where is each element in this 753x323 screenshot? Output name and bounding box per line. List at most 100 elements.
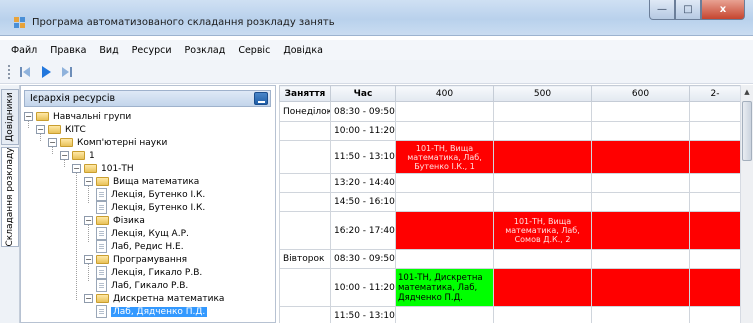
collapse-icon[interactable]: −	[72, 164, 81, 173]
slot-cell[interactable]	[493, 121, 592, 141]
column-header-room[interactable]: 500	[493, 85, 592, 102]
tree-node-group-101[interactable]: − 101-ТН	[72, 162, 134, 175]
day-cell[interactable]	[279, 140, 331, 174]
tree-node-computer-science[interactable]: − Комп'ютерні науки	[48, 136, 167, 149]
time-cell[interactable]: 16:20 - 17:40	[330, 211, 396, 250]
tree-leaf[interactable]: Лаб, Гикало Р.В.	[96, 279, 188, 292]
slot-cell[interactable]	[493, 173, 592, 193]
slot-cell-conflict[interactable]	[591, 268, 690, 307]
slot-cell-conflict[interactable]	[493, 140, 592, 174]
tab-directories[interactable]: Довідники	[1, 89, 19, 145]
day-cell[interactable]	[279, 173, 331, 193]
slot-cell[interactable]	[493, 101, 592, 122]
collapse-icon[interactable]: −	[24, 112, 33, 121]
back-button[interactable]	[17, 63, 35, 81]
minimize-button[interactable]: —	[649, 0, 675, 20]
slot-cell[interactable]	[591, 173, 690, 193]
lesson-cell-ok[interactable]: 101-ТН, Дискретна математика, Лаб, Дядче…	[395, 268, 494, 307]
tree-node-kits[interactable]: − КІТС	[36, 123, 86, 136]
slot-cell[interactable]	[395, 121, 494, 141]
slot-cell[interactable]	[591, 101, 690, 122]
slot-cell-conflict[interactable]	[689, 268, 741, 307]
day-cell[interactable]: Понеділок	[279, 101, 331, 122]
menu-view[interactable]: Вид	[99, 45, 118, 56]
day-cell[interactable]	[279, 211, 331, 250]
tree-leaf[interactable]: Лекція, Бутенко І.К.	[96, 201, 205, 214]
tree-node-groups[interactable]: − Навчальні групи	[24, 110, 131, 123]
slot-cell[interactable]	[689, 121, 741, 141]
column-header-room[interactable]: 600	[591, 85, 690, 102]
tree-leaf[interactable]: Лекція, Гикало Р.В.	[96, 266, 202, 279]
maximize-button[interactable]: □	[675, 0, 701, 20]
tree-leaf[interactable]: Лаб, Редис Н.Е.	[96, 240, 184, 253]
menu-help[interactable]: Довідка	[283, 45, 323, 56]
slot-cell[interactable]	[689, 101, 741, 122]
slot-cell-conflict[interactable]	[689, 211, 741, 250]
slot-cell-conflict[interactable]	[689, 140, 741, 174]
time-cell[interactable]: 11:50 - 13:10	[330, 140, 396, 174]
day-cell[interactable]	[279, 306, 331, 323]
time-cell[interactable]: 13:20 - 14:40	[330, 173, 396, 193]
time-cell[interactable]: 10:00 - 11:20	[330, 268, 396, 307]
tree-leaf[interactable]: Лекція, Бутенко І.К.	[96, 188, 205, 201]
day-cell[interactable]	[279, 268, 331, 307]
slot-cell[interactable]	[395, 249, 494, 269]
day-cell[interactable]	[279, 121, 331, 141]
collapse-icon[interactable]: −	[84, 216, 93, 225]
slot-cell[interactable]	[591, 121, 690, 141]
collapse-icon[interactable]: −	[84, 255, 93, 264]
column-header-lesson[interactable]: Заняття	[279, 85, 331, 102]
time-cell[interactable]: 08:30 - 09:50	[330, 101, 396, 122]
column-header-time[interactable]: Час	[330, 85, 396, 102]
run-button[interactable]	[37, 63, 55, 81]
slot-cell[interactable]	[591, 192, 690, 212]
vertical-scrollbar[interactable]: ▲	[740, 85, 753, 323]
time-cell[interactable]: 14:50 - 16:10	[330, 192, 396, 212]
tree-node-higher-math[interactable]: − Вища математика	[84, 175, 199, 188]
toolbar-grip[interactable]	[8, 64, 11, 79]
slot-cell[interactable]	[493, 249, 592, 269]
lesson-cell-conflict[interactable]: 101-ТН, Вища математика, Лаб, Сомов Д.К.…	[493, 211, 592, 250]
time-cell[interactable]: 08:30 - 09:50	[330, 249, 396, 269]
column-header-room[interactable]: 400	[395, 85, 494, 102]
collapse-icon[interactable]: −	[48, 138, 57, 147]
tree-node-physics[interactable]: − Фізика	[84, 214, 145, 227]
slot-cell[interactable]	[395, 306, 494, 323]
collapse-icon[interactable]: −	[36, 125, 45, 134]
collapse-icon[interactable]: −	[84, 177, 93, 186]
slot-cell[interactable]	[689, 306, 741, 323]
time-cell[interactable]: 11:50 - 13:10	[330, 306, 396, 323]
collapse-icon[interactable]: −	[60, 151, 69, 160]
slot-cell[interactable]	[591, 249, 690, 269]
menu-schedule[interactable]: Розклад	[185, 45, 226, 56]
slot-cell[interactable]	[395, 101, 494, 122]
column-header-room[interactable]: 2-	[689, 85, 741, 102]
slot-cell[interactable]	[689, 173, 741, 193]
menu-resources[interactable]: Ресурси	[132, 45, 172, 56]
scroll-up-icon[interactable]: ▲	[741, 85, 753, 99]
slot-cell-conflict[interactable]	[591, 211, 690, 250]
slot-cell-conflict[interactable]	[591, 140, 690, 174]
slot-cell[interactable]	[395, 192, 494, 212]
slot-cell-conflict[interactable]	[395, 211, 494, 250]
collapse-panel-button[interactable]	[254, 92, 268, 105]
scrollbar-thumb[interactable]	[742, 101, 752, 161]
slot-cell-conflict[interactable]	[493, 268, 592, 307]
close-button[interactable]: x	[701, 0, 745, 20]
slot-cell[interactable]	[493, 192, 592, 212]
day-cell[interactable]: Вівторок	[279, 249, 331, 269]
day-cell[interactable]	[279, 192, 331, 212]
menu-edit[interactable]: Правка	[50, 45, 86, 56]
menu-service[interactable]: Сервіс	[238, 45, 270, 56]
tree-node-course-1[interactable]: −1	[60, 149, 95, 162]
collapse-icon[interactable]: −	[84, 294, 93, 303]
forward-button[interactable]	[57, 63, 75, 81]
tree-node-programming[interactable]: − Програмування	[84, 253, 187, 266]
slot-cell[interactable]	[591, 306, 690, 323]
tree-leaf[interactable]: Лекція, Кущ А.Р.	[96, 227, 189, 240]
menu-file[interactable]: Файл	[11, 45, 37, 56]
time-cell[interactable]: 10:00 - 11:20	[330, 121, 396, 141]
slot-cell[interactable]	[689, 249, 741, 269]
slot-cell[interactable]	[689, 192, 741, 212]
lesson-cell-conflict[interactable]: 101-ТН, Вища математика, Лаб, Бутенко І.…	[395, 140, 494, 174]
